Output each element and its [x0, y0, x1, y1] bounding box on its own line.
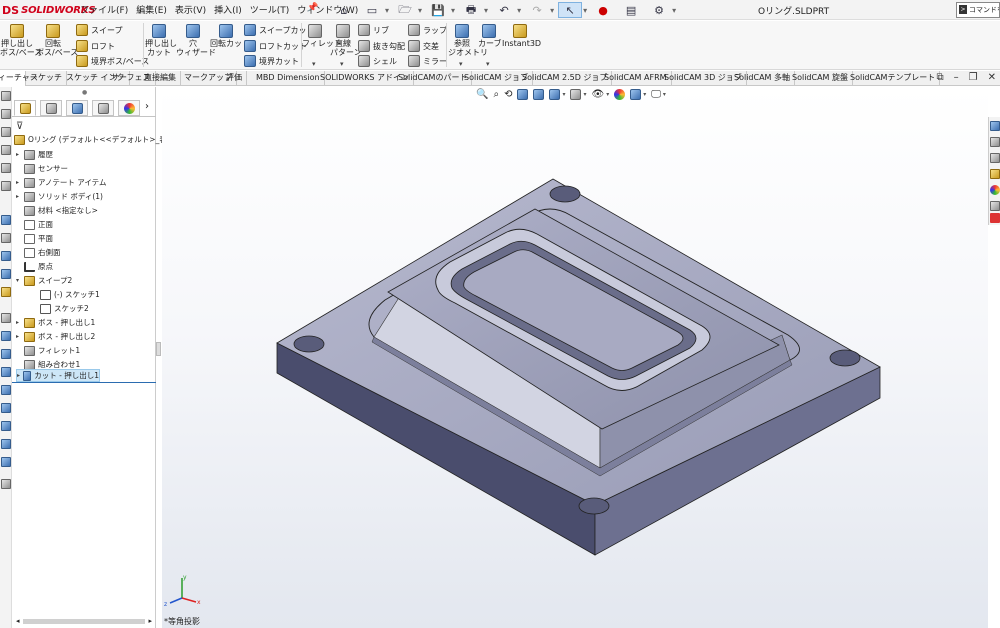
mold-plate-model[interactable]: [0, 0, 1000, 628]
triad-y-label: y: [183, 574, 187, 581]
view-orientation-label: *等角投影: [164, 617, 200, 626]
triad-x-axis: [181, 597, 197, 603]
triad-x-label: x: [197, 599, 201, 606]
reference-triad: y x z: [164, 574, 201, 608]
triad-z-axis: [169, 597, 183, 604]
mounting-hole-top[interactable]: [549, 185, 581, 203]
mounting-hole-left[interactable]: [293, 335, 325, 353]
mounting-hole-right[interactable]: [829, 349, 861, 367]
mounting-hole-bottom[interactable]: [578, 497, 610, 515]
triad-z-label: z: [164, 601, 167, 608]
